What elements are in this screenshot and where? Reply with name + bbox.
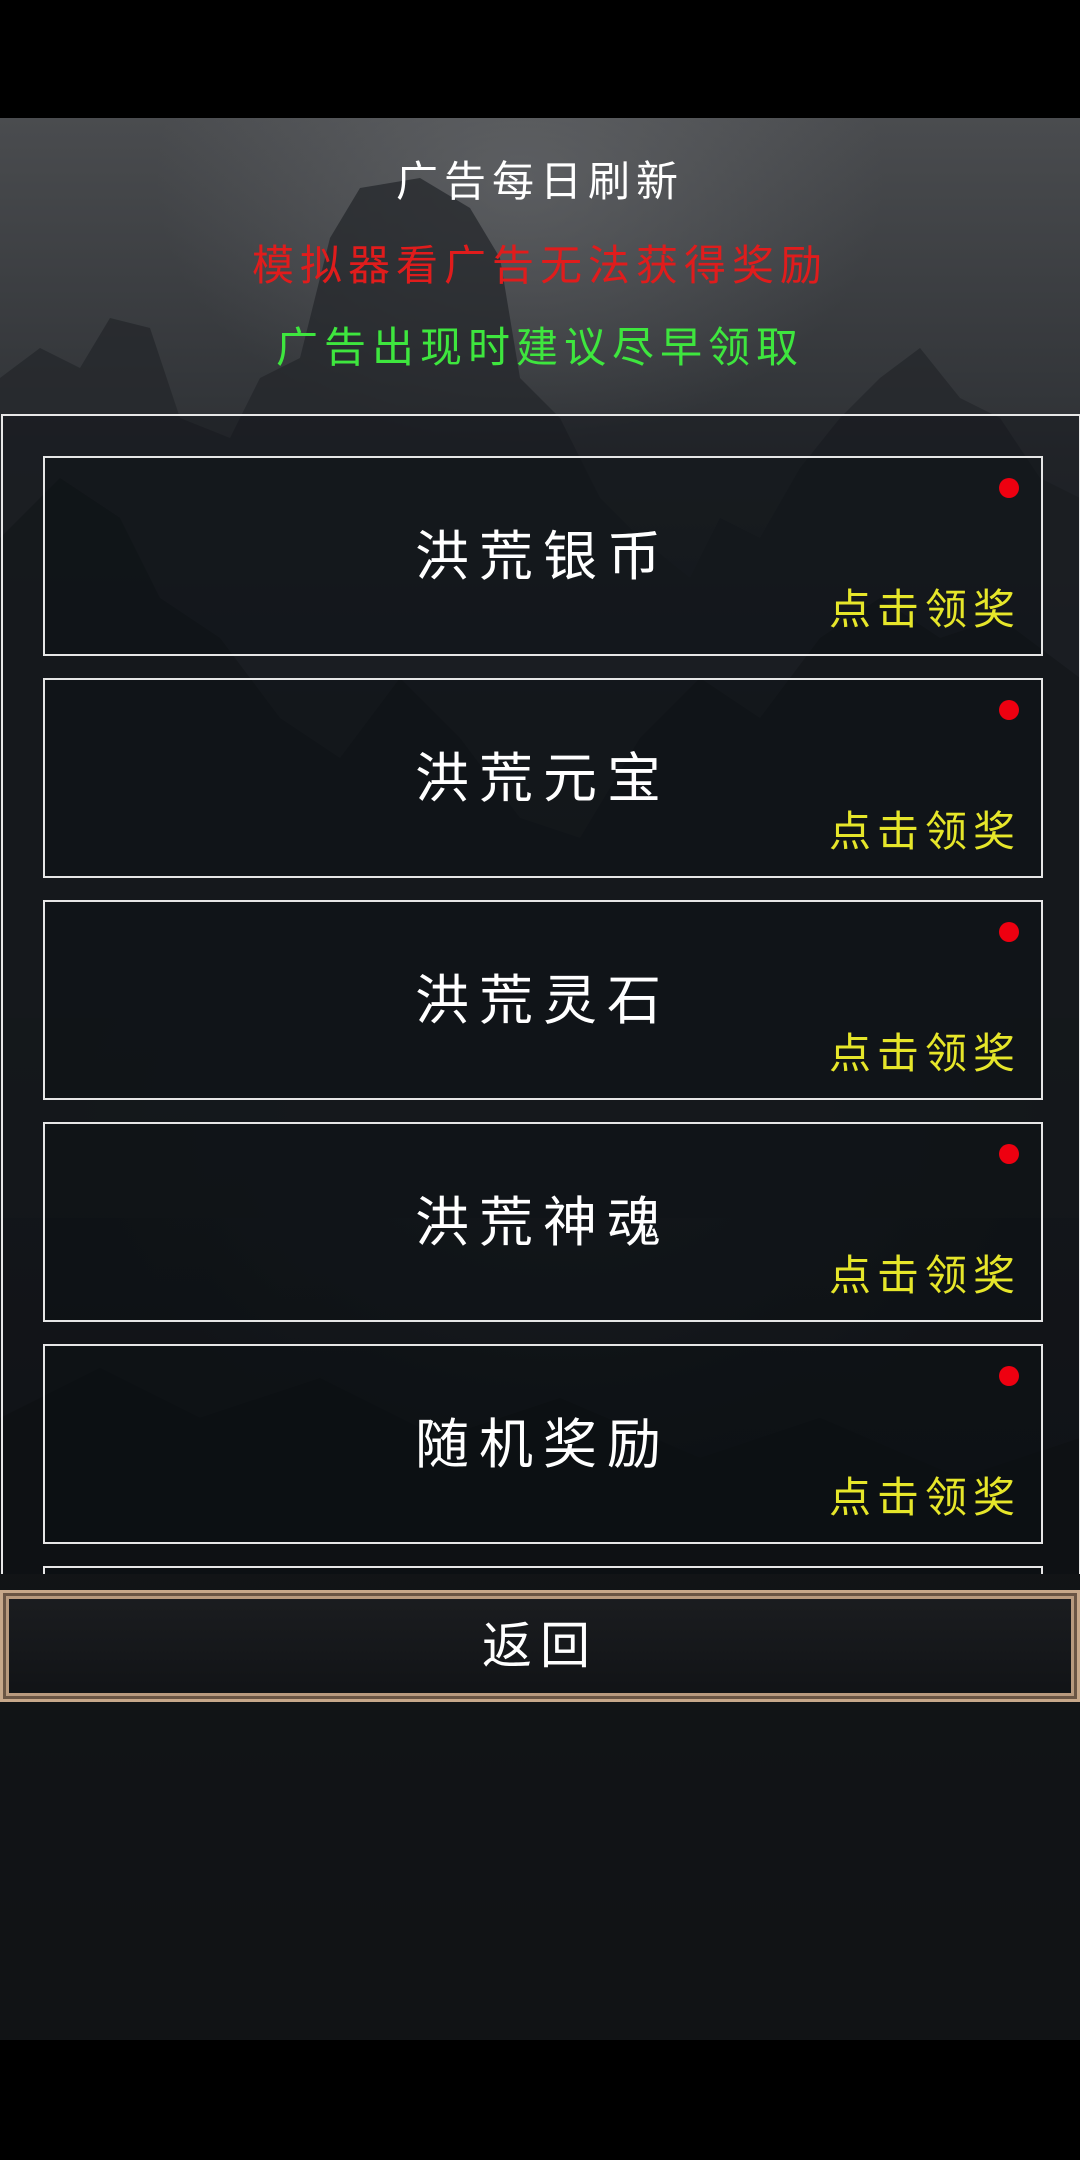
claim-early-hint: 广告出现时建议尽早领取 xyxy=(275,323,804,372)
notification-dot-icon xyxy=(999,922,1019,942)
screen: 广告每日刷新 模拟器看广告无法获得奖励 广告出现时建议尽早领取 洪荒银币 点击领… xyxy=(0,0,1080,2160)
notification-dot-icon xyxy=(999,700,1019,720)
claim-reward-button[interactable]: 点击领奖 xyxy=(829,1026,1021,1082)
reward-panel: 洪荒银币 点击领奖 洪荒元宝 点击领奖 洪荒灵石 点击领奖 洪荒神魂 点击领奖 … xyxy=(1,414,1080,1574)
reward-item-spirit-stone[interactable]: 洪荒灵石 点击领奖 xyxy=(43,900,1043,1100)
ad-refresh-notice: 广告每日刷新 xyxy=(395,157,684,206)
notification-dot-icon xyxy=(999,478,1019,498)
reward-item-divine-soul[interactable]: 洪荒神魂 点击领奖 xyxy=(43,1122,1043,1322)
reward-item-random[interactable]: 随机奖励 点击领奖 xyxy=(43,1344,1043,1544)
claim-reward-button[interactable]: 点击领奖 xyxy=(829,1470,1021,1526)
claim-reward-button[interactable]: 点击领奖 xyxy=(829,1248,1021,1304)
claim-reward-button[interactable]: 点击领奖 xyxy=(829,582,1021,638)
reward-list[interactable]: 洪荒银币 点击领奖 洪荒元宝 点击领奖 洪荒灵石 点击领奖 洪荒神魂 点击领奖 … xyxy=(43,456,1043,1574)
notification-dot-icon xyxy=(999,1144,1019,1164)
back-button[interactable]: 返回 xyxy=(0,1590,1080,1702)
back-button-label: 返回 xyxy=(482,1617,598,1675)
claim-reward-button[interactable]: 点击领奖 xyxy=(829,804,1021,860)
emulator-warning: 模拟器看广告无法获得奖励 xyxy=(251,241,828,290)
reward-item-yuanbao[interactable]: 洪荒元宝 点击领奖 xyxy=(43,678,1043,878)
reward-item-silver-coin[interactable]: 洪荒银币 点击领奖 xyxy=(43,456,1043,656)
notification-dot-icon xyxy=(999,1366,1019,1386)
reward-item-partial[interactable] xyxy=(43,1566,1043,1574)
